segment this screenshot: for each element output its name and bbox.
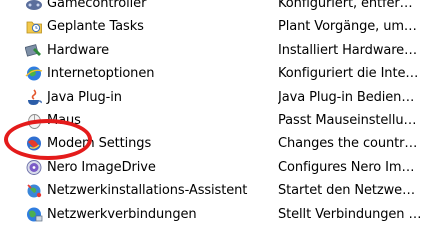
modem-icon <box>25 135 43 152</box>
item-name: Nero ImageDrive <box>47 159 156 175</box>
nero-imagedrive-icon <box>25 159 43 176</box>
item-name: Maus <box>47 112 81 128</box>
item-name: Gamecontroller <box>47 0 147 11</box>
list-item-netzwerkinstallations-assistent[interactable]: Netzwerkinstallations-Assistent Startet … <box>0 179 443 202</box>
item-name: Modem Settings <box>47 136 152 152</box>
item-description: Startet den Netzwe… <box>278 183 415 199</box>
network-connections-icon <box>25 206 43 223</box>
item-name: Geplante Tasks <box>47 19 144 35</box>
item-description: Installiert Hardware… <box>278 42 417 58</box>
item-description: Changes the countr… <box>278 136 418 152</box>
list-item-internetoptionen[interactable]: Internetoptionen Konfiguriert die Inte… <box>0 62 443 85</box>
item-name: Hardware <box>47 42 109 58</box>
item-description: Konfiguriert die Inte… <box>278 66 419 82</box>
item-description: Java Plug-in Bedien… <box>278 89 415 105</box>
list-item-netzwerkverbindungen[interactable]: Netzwerkverbindungen Stellt Verbindungen… <box>0 203 443 226</box>
java-icon <box>25 88 43 106</box>
list-item-nero-imagedrive[interactable]: Nero ImageDrive Configures Nero Im… <box>0 156 443 179</box>
item-description: Plant Vorgänge, um… <box>278 19 417 35</box>
item-name: Internetoptionen <box>47 66 155 82</box>
list-item-maus[interactable]: Maus Passt Mauseinstellu… <box>0 109 443 132</box>
scheduled-tasks-icon <box>25 18 43 35</box>
item-description: Configures Nero Im… <box>278 159 415 175</box>
list-item-modem-settings[interactable]: Modem Settings Changes the countr… <box>0 132 443 155</box>
item-name: Netzwerkinstallations-Assistent <box>47 183 248 199</box>
item-name: Java Plug-in <box>47 89 122 105</box>
internet-options-icon <box>25 65 43 82</box>
list-item-hardware[interactable]: Hardware Installiert Hardware… <box>0 39 443 62</box>
item-name: Netzwerkverbindungen <box>47 206 197 222</box>
mouse-icon <box>25 112 43 129</box>
list-item-java-plug-in[interactable]: Java Plug-in Java Plug-in Bedien… <box>0 86 443 109</box>
item-description: Konfiguriert, entfer… <box>278 0 413 11</box>
control-panel-list-view: Gamecontroller Konfiguriert, entfer… Gep… <box>0 0 443 247</box>
gamecontroller-icon <box>25 0 43 12</box>
item-list: Gamecontroller Konfiguriert, entfer… Gep… <box>0 0 443 226</box>
list-item-gamecontroller[interactable]: Gamecontroller Konfiguriert, entfer… <box>0 0 443 15</box>
item-description: Stellt Verbindungen … <box>278 206 422 222</box>
item-description: Passt Mauseinstellu… <box>278 112 417 128</box>
network-setup-wizard-icon <box>25 182 43 199</box>
list-item-geplante-tasks[interactable]: Geplante Tasks Plant Vorgänge, um… <box>0 15 443 38</box>
hardware-icon <box>25 42 43 59</box>
